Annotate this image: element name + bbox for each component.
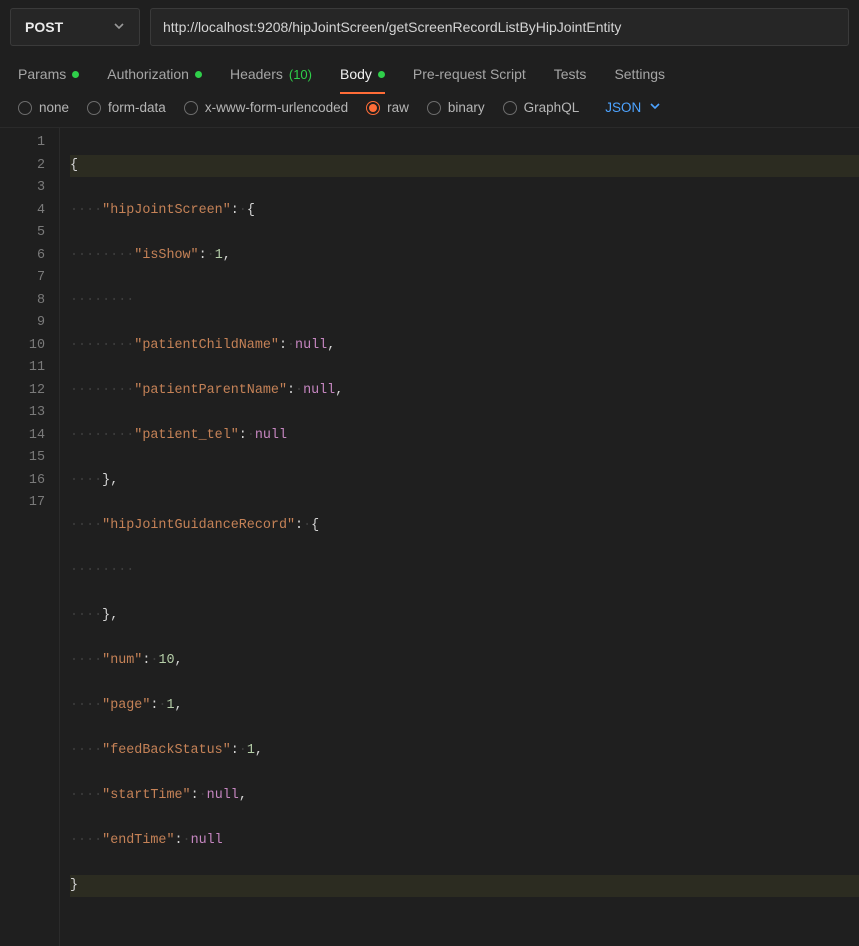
line-number: 16 [6,470,45,493]
tab-headers[interactable]: Headers (10) [230,66,312,82]
body-type-xwww[interactable]: x-www-form-urlencoded [184,100,348,115]
body-type-none-label: none [39,100,69,115]
line-number: 11 [6,357,45,380]
line-number: 9 [6,312,45,335]
body-type-raw-label: raw [387,100,409,115]
request-bar: POST [0,0,859,56]
radio-icon [427,101,441,115]
body-type-formdata-label: form-data [108,100,166,115]
request-url-input[interactable] [150,8,849,46]
line-number: 3 [6,177,45,200]
radio-icon [503,101,517,115]
tab-prerequest-label: Pre-request Script [413,66,526,82]
json-body-editor[interactable]: 1 2 3 4 5 6 7 8 9 10 11 12 13 14 15 16 1… [0,128,859,946]
raw-language-value: JSON [605,100,641,115]
line-number: 8 [6,290,45,313]
tab-headers-label: Headers [230,66,283,82]
status-dot-icon [378,71,385,78]
tab-prerequest-script[interactable]: Pre-request Script [413,66,526,82]
line-number: 4 [6,200,45,223]
body-type-raw[interactable]: raw [366,100,409,115]
body-type-formdata[interactable]: form-data [87,100,166,115]
line-number: 15 [6,447,45,470]
chevron-down-icon [113,19,125,35]
body-type-options: none form-data x-www-form-urlencoded raw… [0,96,859,128]
code-content[interactable]: { ····"hipJointScreen":·{ ········"isSho… [60,128,859,946]
radio-icon [87,101,101,115]
tab-authorization-label: Authorization [107,66,189,82]
line-number: 6 [6,245,45,268]
chevron-down-icon [649,100,661,115]
status-dot-icon [195,71,202,78]
line-number: 13 [6,402,45,425]
line-number: 7 [6,267,45,290]
http-method-value: POST [25,19,63,35]
tab-tests[interactable]: Tests [554,66,587,82]
line-number: 17 [6,492,45,515]
line-number: 10 [6,335,45,358]
radio-icon [18,101,32,115]
body-type-graphql[interactable]: GraphQL [503,100,580,115]
body-type-none[interactable]: none [18,100,69,115]
tab-settings[interactable]: Settings [614,66,665,82]
tab-params-label: Params [18,66,66,82]
http-method-selector[interactable]: POST [10,8,140,46]
status-dot-icon [72,71,79,78]
request-tabs: Params Authorization Headers (10) Body P… [0,56,859,96]
tab-body[interactable]: Body [340,66,385,82]
line-number: 1 [6,132,45,155]
tab-authorization[interactable]: Authorization [107,66,202,82]
line-number-gutter: 1 2 3 4 5 6 7 8 9 10 11 12 13 14 15 16 1… [0,128,60,946]
tab-params[interactable]: Params [18,66,79,82]
body-type-binary[interactable]: binary [427,100,485,115]
body-type-xwww-label: x-www-form-urlencoded [205,100,348,115]
line-number: 12 [6,380,45,403]
tab-tests-label: Tests [554,66,587,82]
body-type-graphql-label: GraphQL [524,100,580,115]
line-number: 5 [6,222,45,245]
headers-count: (10) [289,67,312,82]
line-number: 14 [6,425,45,448]
tab-settings-label: Settings [614,66,665,82]
radio-icon [184,101,198,115]
radio-icon [366,101,380,115]
line-number: 2 [6,155,45,178]
tab-body-label: Body [340,66,372,82]
body-type-binary-label: binary [448,100,485,115]
raw-language-selector[interactable]: JSON [605,100,661,115]
